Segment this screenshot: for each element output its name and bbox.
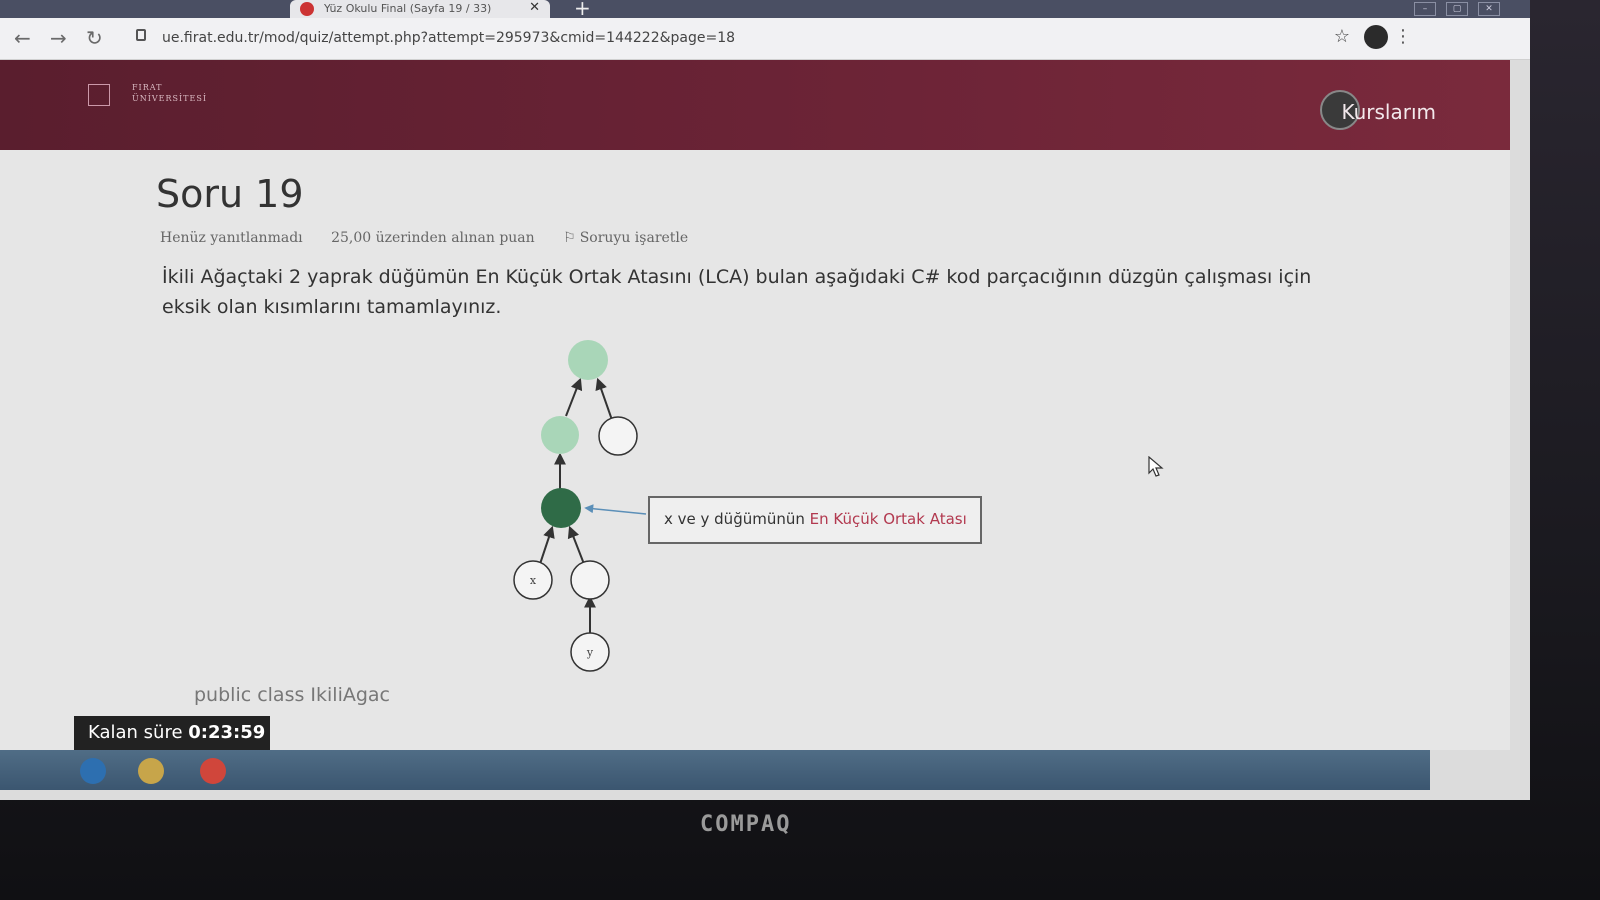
browser-toolbar: ← → ↻ ue.firat.edu.tr/mod/quiz/attempt.p… <box>0 18 1530 60</box>
tree-edge <box>567 525 585 565</box>
lca-callout: x ve y düğümünün En Küçük Ortak Atası <box>648 496 982 544</box>
ancestor-node <box>541 416 579 454</box>
minimize-icon[interactable]: – <box>1414 2 1436 16</box>
browser-tab[interactable]: Yüz Okulu Final (Sayfa 19 / 33) ✕ <box>290 0 550 18</box>
tree-edge <box>565 377 583 417</box>
timer-label: Kalan süre <box>88 722 183 743</box>
chrome-icon[interactable] <box>200 758 226 784</box>
window-controls: – ▢ ✕ <box>1414 2 1500 16</box>
node-y-label: y <box>586 646 594 659</box>
lock-icon <box>136 29 146 41</box>
callout-arrow <box>584 504 647 515</box>
timer-value: 0:23:59 <box>188 722 266 743</box>
tree-diagram: x y <box>513 340 647 672</box>
close-icon[interactable]: ✕ <box>529 0 540 15</box>
laptop-brand-logo: COMPAQ <box>700 812 792 837</box>
university-logo-icon[interactable] <box>88 84 110 106</box>
bookmark-star-icon[interactable]: ☆ <box>1334 26 1350 47</box>
laptop-screen: Yüz Okulu Final (Sayfa 19 / 33) ✕ + – ▢ … <box>0 0 1530 800</box>
moodle-favicon-icon <box>300 2 314 16</box>
tab-strip: Yüz Okulu Final (Sayfa 19 / 33) ✕ + – ▢ … <box>0 0 1530 20</box>
lca-node <box>541 488 581 528</box>
tree-node <box>598 416 638 456</box>
mouse-cursor-icon <box>1148 456 1164 477</box>
code-first-line: public class IkiliAgac <box>194 684 391 706</box>
quiz-page: Soru 19 Henüz yanıtlanmadı 25,00 üzerind… <box>0 150 1510 750</box>
menu-icon[interactable]: ⋮ <box>1394 26 1412 47</box>
my-courses-link[interactable]: Kurslarım <box>1341 100 1436 124</box>
callout-prefix: x ve y düğümünün <box>664 510 805 528</box>
reload-icon[interactable]: ↻ <box>86 26 103 50</box>
tree-edge <box>595 377 613 421</box>
forward-icon[interactable]: → <box>50 26 67 50</box>
site-header: FIRAT ÜNİVERSİTESİ Kurslarım <box>0 60 1510 150</box>
start-button-icon[interactable] <box>80 758 106 784</box>
tree-edge <box>539 525 555 565</box>
profile-avatar[interactable] <box>1364 25 1388 49</box>
quiz-timer: Kalan süre 0:23:59 <box>74 716 270 750</box>
tree-node <box>570 560 610 600</box>
node-x-label: x <box>530 574 537 587</box>
new-tab-icon[interactable]: + <box>574 0 591 20</box>
address-bar[interactable]: ue.firat.edu.tr/mod/quiz/attempt.php?att… <box>162 30 735 46</box>
university-logo-text: FIRAT ÜNİVERSİTESİ <box>132 83 207 103</box>
windows-taskbar <box>0 750 1430 790</box>
callout-highlight: En Küçük Ortak Atası <box>809 510 967 528</box>
close-window-icon[interactable]: ✕ <box>1478 2 1500 16</box>
root-node <box>568 340 608 380</box>
back-icon[interactable]: ← <box>14 26 31 50</box>
file-explorer-icon[interactable] <box>138 758 164 784</box>
maximize-icon[interactable]: ▢ <box>1446 2 1468 16</box>
tab-title: Yüz Okulu Final (Sayfa 19 / 33) <box>324 2 492 15</box>
